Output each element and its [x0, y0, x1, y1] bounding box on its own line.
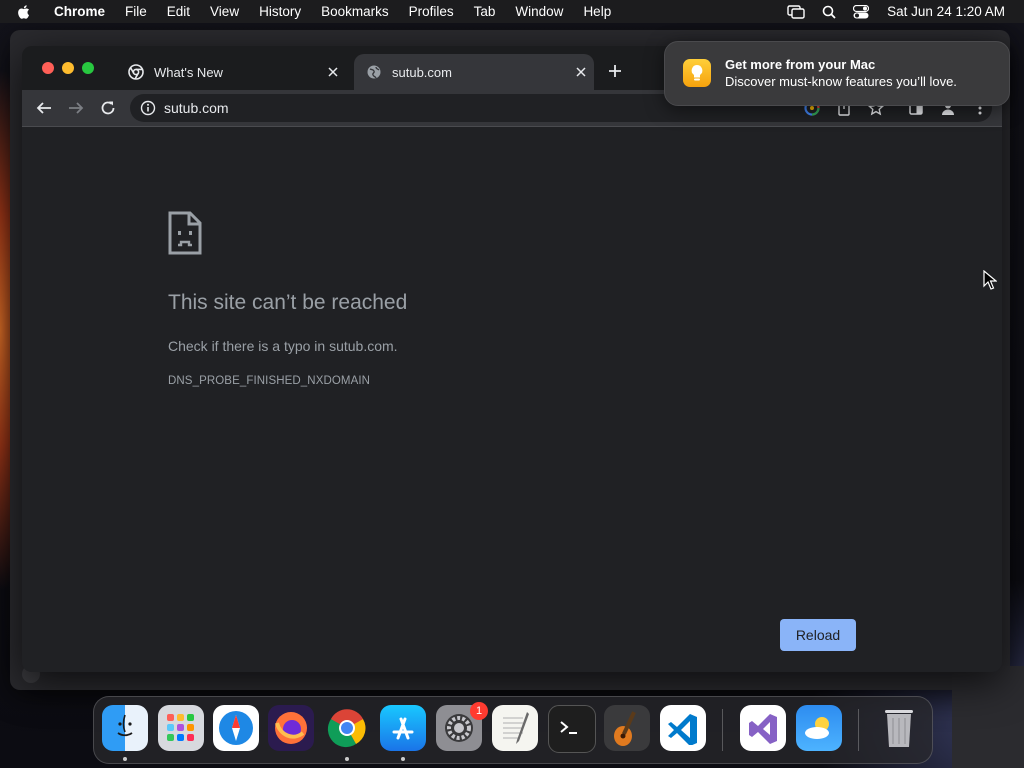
- vscode-icon[interactable]: [660, 705, 706, 751]
- tab-title: sutub.com: [392, 64, 452, 80]
- notification-title: Get more from your Mac: [725, 57, 876, 72]
- menu-history[interactable]: History: [259, 4, 301, 19]
- menu-app-name[interactable]: Chrome: [54, 4, 105, 19]
- side-panel: [952, 666, 1024, 768]
- menu-view[interactable]: View: [210, 4, 239, 19]
- menu-edit[interactable]: Edit: [167, 4, 190, 19]
- dock-separator: [722, 709, 723, 751]
- textedit-icon[interactable]: [492, 705, 538, 751]
- running-indicator: [345, 757, 349, 761]
- menu-bar-clock[interactable]: Sat Jun 24 1:20 AM: [887, 4, 1005, 19]
- dock: 1: [93, 696, 933, 764]
- notification-banner[interactable]: Get more from your Mac Discover must-kno…: [664, 41, 1010, 106]
- reload-icon[interactable]: [98, 98, 118, 118]
- garageband-icon[interactable]: [604, 705, 650, 751]
- running-indicator: [401, 757, 405, 761]
- menu-bar: Chrome File Edit View History Bookmarks …: [0, 0, 1024, 23]
- error-page: This site can’t be reached Check if ther…: [22, 127, 1002, 672]
- screen-mirroring-icon[interactable]: [787, 4, 805, 19]
- dock-separator: [858, 709, 859, 751]
- reload-button[interactable]: Reload: [780, 619, 856, 651]
- finder-icon[interactable]: [102, 705, 148, 751]
- trash-icon[interactable]: [876, 705, 922, 751]
- globe-icon: [366, 64, 382, 80]
- safari-icon[interactable]: [213, 705, 259, 751]
- menu-help[interactable]: Help: [583, 4, 611, 19]
- firefox-icon[interactable]: [268, 705, 314, 751]
- address-bar-url[interactable]: sutub.com: [164, 100, 229, 116]
- error-code: DNS_PROBE_FINISHED_NXDOMAIN: [168, 375, 371, 387]
- sad-page-icon: [168, 211, 202, 255]
- apple-menu-icon[interactable]: [16, 4, 36, 20]
- notification-badge: 1: [470, 702, 488, 720]
- zoom-window-button[interactable]: [82, 62, 94, 74]
- launchpad-icon[interactable]: [158, 705, 204, 751]
- running-indicator: [123, 757, 127, 761]
- tab-title: What's New: [154, 64, 223, 80]
- terminal-icon[interactable]: [548, 705, 596, 753]
- menu-tab[interactable]: Tab: [474, 4, 496, 19]
- chrome-window: What's New sutub.com sutub.com This site…: [22, 46, 1002, 672]
- close-tab-icon[interactable]: [572, 63, 590, 81]
- visual-studio-icon[interactable]: [740, 705, 786, 751]
- tab-sutub[interactable]: sutub.com: [354, 54, 594, 90]
- error-detail: Check if there is a typo in sutub.com.: [168, 338, 398, 354]
- mouse-cursor-icon: [983, 269, 998, 290]
- control-center-icon[interactable]: [853, 4, 870, 19]
- menu-profiles[interactable]: Profiles: [409, 4, 454, 19]
- chrome-icon[interactable]: [324, 705, 370, 751]
- menu-bookmarks[interactable]: Bookmarks: [321, 4, 389, 19]
- close-tab-icon[interactable]: [324, 63, 342, 81]
- forward-button[interactable]: [66, 98, 86, 118]
- tab-whats-new[interactable]: What's New: [116, 54, 346, 90]
- chrome-logo-icon: [128, 64, 144, 80]
- menu-window[interactable]: Window: [515, 4, 563, 19]
- tips-lightbulb-icon: [683, 59, 711, 87]
- spotlight-search-icon[interactable]: [822, 5, 836, 19]
- close-window-button[interactable]: [42, 62, 54, 74]
- minimize-window-button[interactable]: [62, 62, 74, 74]
- notification-body: Discover must-know features you’ll love.: [725, 74, 957, 89]
- new-tab-button[interactable]: [606, 62, 624, 80]
- error-title: This site can’t be reached: [168, 291, 408, 314]
- weather-icon[interactable]: [796, 705, 842, 751]
- site-info-icon[interactable]: [140, 100, 156, 116]
- menu-file[interactable]: File: [125, 4, 147, 19]
- back-button[interactable]: [34, 98, 54, 118]
- app-store-icon[interactable]: [380, 705, 426, 751]
